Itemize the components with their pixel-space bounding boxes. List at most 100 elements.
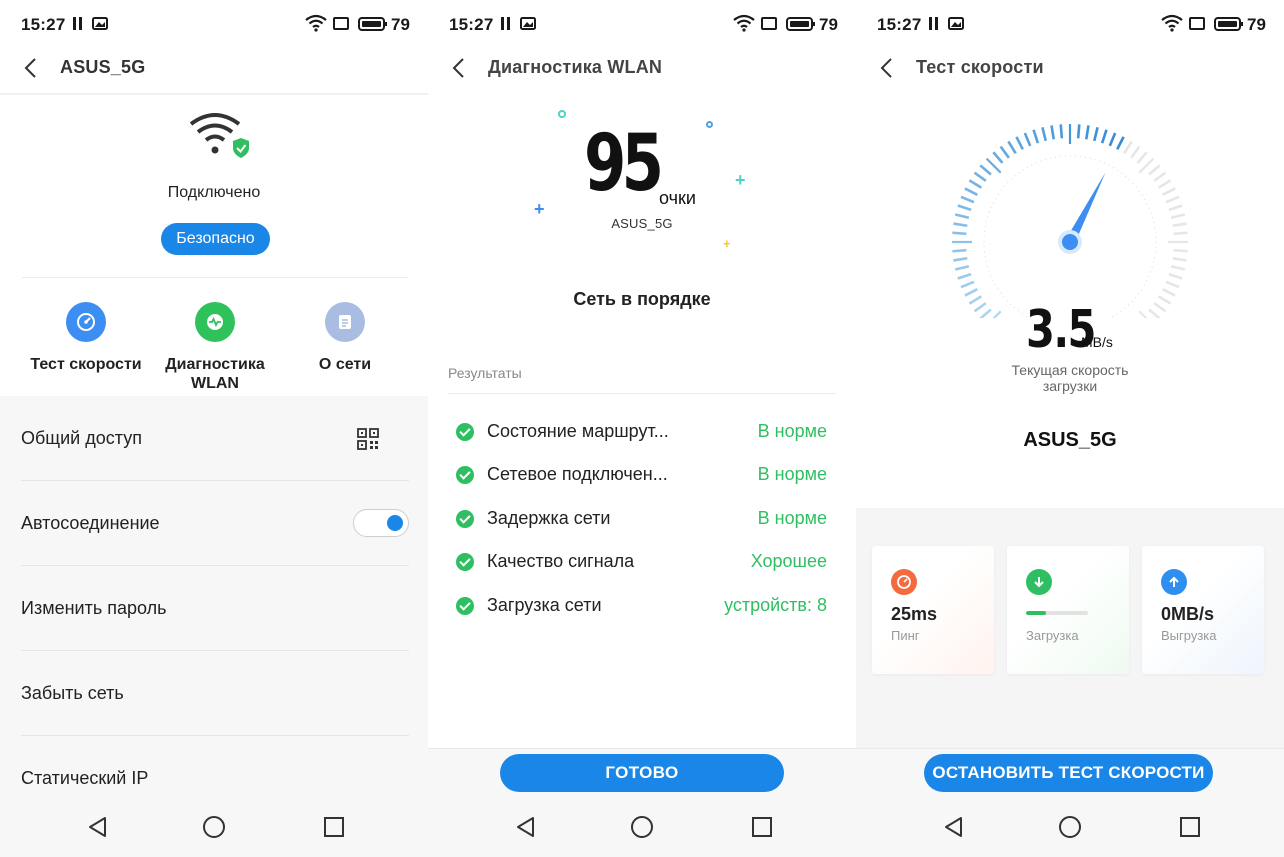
gauge-tick [954, 213, 970, 219]
score-unit: очки [659, 188, 696, 208]
autoconnect-toggle[interactable] [353, 509, 409, 537]
list-item-forget-network[interactable]: Забыть сеть [21, 651, 409, 736]
gauge-tick [1165, 280, 1180, 289]
about-network-action[interactable]: О сети [275, 302, 415, 374]
gauge-tick [1138, 157, 1155, 174]
gauge-tick [1165, 195, 1180, 204]
speed-unit: MB/s [1081, 334, 1113, 350]
list-item-autoconnect: Автосоединение [21, 481, 409, 566]
results-divider [448, 393, 836, 394]
gauge-tick [1023, 132, 1032, 147]
nav-back-icon[interactable] [86, 815, 110, 839]
diagnostic-score: 95 [584, 119, 664, 209]
done-button[interactable]: ГОТОВО [500, 754, 784, 792]
connection-status: Подключено [167, 184, 261, 201]
wlan-diagnostics-action[interactable]: Диагностика WLAN [145, 302, 285, 393]
gauge-tick [1084, 125, 1090, 140]
speed-test-action[interactable]: Тест скорости [16, 302, 156, 374]
result-name: Загрузка сети [487, 595, 602, 615]
gauge-tick [1172, 256, 1187, 262]
notification-icon [948, 17, 964, 30]
decor-dot [706, 121, 713, 128]
list-item-label: Статический IP [21, 768, 149, 788]
wifi-status-icon [305, 14, 327, 32]
page-title: ASUS_5G [60, 57, 146, 77]
back-arrow-icon[interactable] [448, 56, 472, 80]
back-arrow-icon[interactable] [20, 56, 44, 80]
qr-code-icon[interactable] [357, 428, 379, 450]
ping-caption: Пинг [891, 628, 920, 643]
gauge-tick [1041, 126, 1047, 142]
gauge-tick [964, 187, 978, 196]
gauge-tick [1168, 272, 1183, 280]
battery-icon [786, 17, 815, 31]
result-name: Состояние маршрут... [487, 421, 669, 441]
gauge-tick [954, 265, 970, 271]
gauge-tick [952, 231, 967, 236]
gauge-tick [1123, 140, 1133, 155]
decor-dot [558, 110, 566, 118]
nav-home-icon[interactable] [202, 815, 226, 839]
gauge-tick [1170, 213, 1186, 219]
result-row-load: Загрузка сети устройств: 8 [456, 591, 827, 621]
result-row-router: Состояние маршрут... В норме [456, 417, 827, 447]
nav-recent-icon[interactable] [750, 815, 774, 839]
upload-value: 0MB/s [1161, 604, 1215, 624]
upload-card: 0MB/s Выгрузка [1142, 546, 1264, 674]
decor-plus: + [723, 236, 731, 251]
nav-back-icon[interactable] [942, 815, 966, 839]
result-status: В норме [757, 464, 827, 484]
speed-test-label: Тест скорости [30, 356, 142, 373]
check-icon [456, 553, 474, 571]
gauge-tick [1148, 164, 1161, 176]
result-status: В норме [757, 508, 827, 528]
gauge-tick [1032, 129, 1040, 144]
gauge-tick [957, 204, 972, 212]
gauge-tick [1170, 265, 1186, 271]
results-heading: Результаты [448, 365, 522, 381]
gauge-tick [1168, 204, 1183, 212]
status-time: 15:27 [21, 15, 66, 34]
gauge-tick [1116, 136, 1125, 150]
wlan-diagnostics-screen: 15:27 79 Диагностика WLAN + + + 95 очки … [428, 0, 856, 857]
gauge-tick [1157, 179, 1172, 189]
gauge-tick [953, 256, 968, 262]
list-item-sharing[interactable]: Общий доступ [21, 396, 409, 481]
speed-label-text: Текущая скорость загрузки [1011, 362, 1129, 394]
pause-icon [929, 17, 939, 30]
status-bar: 15:27 79 [0, 0, 428, 48]
battery-icon [358, 17, 387, 31]
speed-value: 3.5 [1026, 300, 1097, 360]
status-bar: 15:27 79 [428, 0, 856, 48]
result-name: Качество сигнала [487, 551, 635, 571]
sim-icon [761, 17, 777, 30]
list-item-change-password[interactable]: Изменить пароль [21, 566, 409, 651]
gauge-tick [1093, 126, 1099, 142]
result-name: Задержка сети [487, 508, 611, 528]
sim-icon [333, 17, 349, 30]
gauge-tick [973, 171, 987, 182]
result-name: Сетевое подключен... [487, 464, 668, 484]
nav-home-icon[interactable] [1058, 815, 1082, 839]
stop-speed-test-button[interactable]: ОСТАНОВИТЬ ТЕСТ СКОРОСТИ [924, 754, 1213, 792]
battery-icon [1214, 17, 1243, 31]
result-status: Хорошее [750, 551, 827, 571]
document-icon [325, 302, 365, 342]
gauge-tick [964, 288, 978, 297]
list-item-label: Изменить пароль [21, 598, 167, 618]
gauge-tick [960, 195, 975, 204]
gauge-tick [1173, 231, 1188, 236]
result-row-signal: Качество сигнала Хорошее [456, 547, 827, 577]
gauge-tick [1059, 124, 1064, 139]
gauge-tick [1136, 151, 1148, 164]
gauge-hub [1062, 234, 1078, 250]
speed-label: Текущая скорость загрузки [856, 362, 1284, 394]
nav-recent-icon[interactable] [1178, 815, 1202, 839]
download-progress-fill [1026, 611, 1047, 615]
nav-home-icon[interactable] [630, 815, 654, 839]
nav-back-icon[interactable] [514, 815, 538, 839]
gauge-tick [1162, 288, 1176, 297]
settings-list: Общий доступ Автосоединение Изменить пар… [0, 396, 428, 799]
back-arrow-icon[interactable] [876, 56, 900, 80]
nav-recent-icon[interactable] [322, 815, 346, 839]
